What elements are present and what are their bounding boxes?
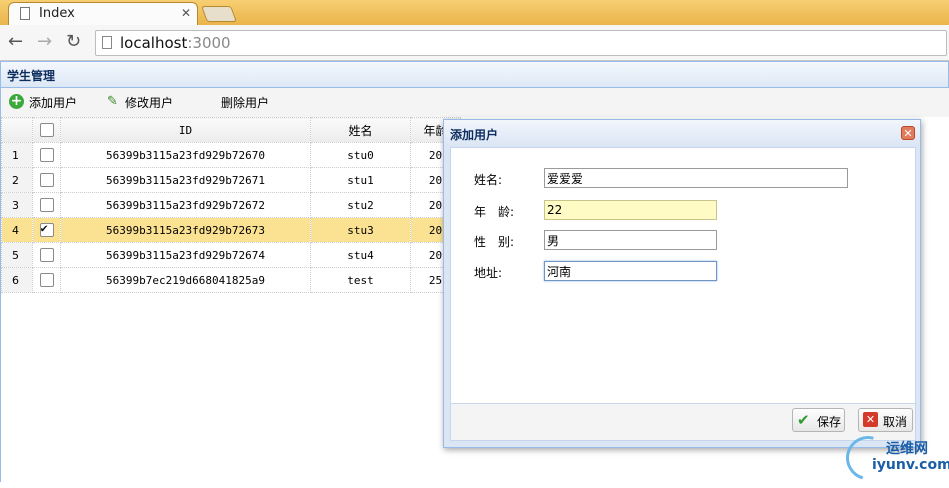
url-text: localhost:3000 bbox=[120, 34, 231, 52]
save-label: 保存 bbox=[817, 415, 842, 429]
edit-user-button[interactable]: ✎ 修改用户 bbox=[105, 94, 177, 112]
edit-user-label: 修改用户 bbox=[125, 96, 174, 110]
name-label: 姓名: bbox=[474, 173, 503, 187]
browser-toolbar: ← → ↻ localhost:3000 bbox=[0, 25, 949, 61]
dialog-title: 添加用户 bbox=[450, 128, 499, 142]
watermark-line2: iyunv.com bbox=[872, 457, 949, 473]
gender-field[interactable] bbox=[544, 230, 717, 250]
age-label: 年 龄: bbox=[474, 205, 515, 219]
watermark-line1: 运维网 bbox=[886, 441, 928, 457]
row-number: 3 bbox=[1, 192, 33, 218]
address-bar[interactable]: localhost:3000 bbox=[95, 30, 947, 56]
close-tab-icon[interactable]: ✕ bbox=[181, 6, 191, 20]
cell-id: 56399b3115a23fd929b72672 bbox=[60, 192, 311, 218]
grid-toolbar: + 添加用户 ✎ 修改用户 删除用户 bbox=[0, 88, 949, 117]
name-field[interactable] bbox=[544, 168, 848, 188]
tab-title: Index bbox=[39, 6, 75, 21]
select-all-header[interactable] bbox=[32, 117, 61, 143]
row-checkbox[interactable] bbox=[39, 273, 54, 287]
dialog-close-icon[interactable]: ✕ bbox=[901, 126, 915, 140]
table-row[interactable]: 3 56399b3115a23fd929b72672 stu2 20 bbox=[1, 192, 461, 218]
address-label: 地址: bbox=[474, 266, 503, 280]
table-row[interactable]: 1 56399b3115a23fd929b72670 stu0 20 bbox=[1, 142, 461, 168]
forward-arrow-icon[interactable]: → bbox=[37, 31, 52, 52]
dialog-header[interactable]: 添加用户 ✕ bbox=[444, 120, 920, 147]
row-number: 2 bbox=[1, 167, 33, 193]
add-user-label: 添加用户 bbox=[29, 96, 78, 110]
row-checkbox-cell[interactable] bbox=[32, 242, 61, 268]
row-checkbox[interactable] bbox=[39, 148, 54, 162]
cell-name: stu2 bbox=[310, 192, 411, 218]
delete-user-button[interactable]: 删除用户 bbox=[201, 94, 273, 112]
row-checkbox[interactable] bbox=[39, 173, 54, 187]
row-checkbox-cell[interactable] bbox=[32, 167, 61, 193]
column-header-name[interactable]: 姓名 bbox=[310, 117, 411, 143]
row-number: 5 bbox=[1, 242, 33, 268]
table-row[interactable]: 6 56399b7ec219d668041825a9 test 25 bbox=[1, 267, 461, 293]
address-field[interactable] bbox=[544, 261, 717, 281]
checkmark-icon: ✔ bbox=[797, 411, 810, 429]
back-arrow-icon[interactable]: ← bbox=[8, 31, 23, 52]
cell-name: stu4 bbox=[310, 242, 411, 268]
panel-header: 学生管理 bbox=[0, 61, 949, 88]
row-checkbox[interactable] bbox=[39, 198, 54, 212]
add-user-dialog: 添加用户 ✕ 姓名: 年 龄: 性 别: 地址: ✔ 保存 ✕ 取消 bbox=[443, 119, 921, 448]
cell-id: 56399b3115a23fd929b72674 bbox=[60, 242, 311, 268]
grid-table: ID 姓名 年龄 1 56399b3115a23fd929b72670 stu0 20… bbox=[1, 117, 461, 293]
new-tab-button[interactable] bbox=[201, 6, 237, 22]
cell-id: 56399b3115a23fd929b72671 bbox=[60, 167, 311, 193]
panel-title: 学生管理 bbox=[7, 69, 56, 83]
row-number: 4 bbox=[1, 217, 33, 243]
row-number: 6 bbox=[1, 267, 33, 293]
cancel-button[interactable]: ✕ 取消 bbox=[858, 408, 913, 432]
watermark-logo: 运维网 iyunv.com bbox=[837, 427, 949, 488]
cell-name: stu3 bbox=[310, 217, 411, 243]
add-icon: + bbox=[9, 93, 24, 109]
delete-user-label: 删除用户 bbox=[221, 96, 270, 110]
reload-icon[interactable]: ↻ bbox=[66, 31, 81, 52]
page-icon bbox=[102, 36, 112, 49]
row-checkbox[interactable] bbox=[39, 221, 54, 237]
add-user-button[interactable]: + 添加用户 bbox=[9, 94, 81, 112]
cancel-icon: ✕ bbox=[863, 412, 878, 427]
browser-tab[interactable]: Index ✕ bbox=[8, 2, 198, 25]
rownum-header bbox=[1, 117, 33, 143]
cell-id: 56399b3115a23fd929b72670 bbox=[60, 142, 311, 168]
dialog-body: 姓名: 年 龄: 性 别: 地址: bbox=[450, 147, 916, 404]
row-checkbox-cell[interactable] bbox=[32, 217, 61, 243]
table-row[interactable]: 2 56399b3115a23fd929b72671 stu1 20 bbox=[1, 167, 461, 193]
table-row[interactable]: 5 56399b3115a23fd929b72674 stu4 20 bbox=[1, 242, 461, 268]
cell-name: stu0 bbox=[310, 142, 411, 168]
browser-tabstrip: Index ✕ bbox=[0, 0, 949, 25]
cell-name: test bbox=[310, 267, 411, 293]
save-button[interactable]: ✔ 保存 bbox=[792, 408, 845, 432]
row-checkbox-cell[interactable] bbox=[32, 142, 61, 168]
table-row[interactable]: 456399b3115a23fd929b72673stu320 bbox=[1, 217, 461, 243]
cell-name: stu1 bbox=[310, 167, 411, 193]
select-all-checkbox[interactable] bbox=[39, 123, 54, 138]
column-header-id[interactable]: ID bbox=[60, 117, 311, 143]
row-checkbox-cell[interactable] bbox=[32, 267, 61, 293]
grid-header-row: ID 姓名 年龄 bbox=[1, 117, 461, 143]
cell-id: 56399b3115a23fd929b72673 bbox=[60, 217, 311, 243]
row-number: 1 bbox=[1, 142, 33, 168]
age-field[interactable] bbox=[544, 200, 717, 220]
row-checkbox[interactable] bbox=[39, 248, 54, 262]
row-checkbox-cell[interactable] bbox=[32, 192, 61, 218]
cell-id: 56399b7ec219d668041825a9 bbox=[60, 267, 311, 293]
cancel-label: 取消 bbox=[883, 415, 908, 429]
page-icon bbox=[20, 7, 30, 20]
gender-label: 性 别: bbox=[474, 235, 515, 249]
pencil-icon: ✎ bbox=[107, 94, 118, 109]
